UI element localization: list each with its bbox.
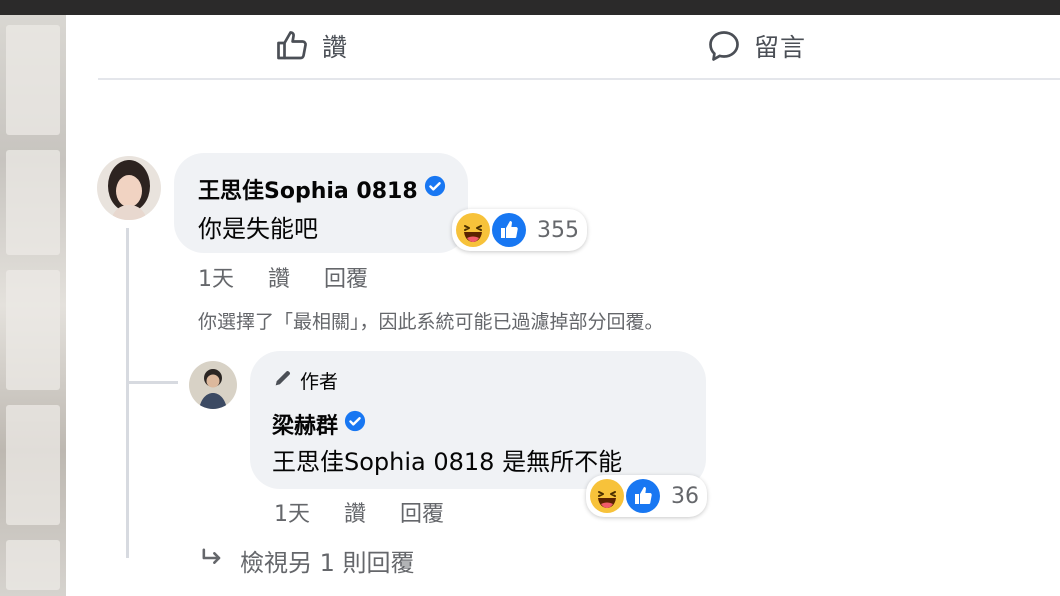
top-frame-strip [0,0,1060,15]
reply-reaction-count: 36 [671,483,699,509]
left-frame-strip [0,15,66,596]
author-badge-label: 作者 [300,371,339,393]
comment-timestamp[interactable]: 1天 [198,261,234,293]
comment-icon [706,28,742,64]
like-button[interactable]: 讚 [274,21,348,71]
verified-badge-icon [344,410,366,438]
background-tile [6,405,60,525]
background-tile [6,25,60,135]
comment-reactions[interactable]: 355 [452,209,587,251]
reply-text: 王思佳Sophia 0818 是無所不能 [272,448,623,476]
thumbs-up-icon [274,28,310,64]
comment-text: 你是失能吧 [198,215,318,243]
reply-author-avatar[interactable] [189,361,237,409]
comment-reaction-count: 355 [537,217,579,243]
view-more-replies-link[interactable]: 檢視另 1 則回覆 [198,543,415,578]
thread-line [126,228,129,558]
reply-author-name[interactable]: 梁赫群 [272,408,338,440]
comment-like-action[interactable]: 讚 [268,261,290,293]
pencil-icon [272,367,294,394]
comment-button-label: 留言 [754,33,807,62]
action-bar-divider [98,78,1060,80]
reply-meta-row: 1天 讚 回覆 [274,496,444,528]
haha-reaction-icon [589,478,625,514]
background-tile [6,270,60,390]
reply-like-action[interactable]: 讚 [344,496,366,528]
comment-button[interactable]: 留言 [706,21,806,71]
like-reaction-icon [491,212,527,248]
comment-bubble: 王思佳Sophia 0818 你是失能吧 [174,153,468,253]
reply-bubble: 作者 梁赫群 王思佳Sophia 0818 是無所不能 [250,351,706,489]
background-tile [6,150,60,255]
view-more-replies-label: 檢視另 1 則回覆 [240,549,415,577]
comment-author-row: 王思佳Sophia 0818 [198,173,446,205]
post-action-bar: 讚 留言 [98,15,1060,79]
commenter-avatar[interactable] [97,156,161,220]
reply-reactions[interactable]: 36 [586,475,707,517]
comment-meta-row: 1天 讚 回覆 [198,261,368,293]
reply-arrow-icon [198,544,226,578]
reply-author-row: 梁赫群 [272,408,366,440]
haha-reaction-icon [455,212,491,248]
like-reaction-icon [625,478,661,514]
comment-author-name[interactable]: 王思佳Sophia 0818 [198,173,418,205]
like-button-label: 讚 [322,33,349,62]
verified-badge-icon [424,175,446,203]
reply-timestamp[interactable]: 1天 [274,496,310,528]
comment-reply-action[interactable]: 回覆 [324,261,368,293]
author-badge: 作者 [272,367,338,394]
thread-branch-line [128,381,178,384]
filter-notice: 你選擇了「最相關」，因此系統可能已過濾掉部分回覆。 [198,311,664,333]
background-tile [6,540,60,590]
reply-reply-action[interactable]: 回覆 [400,496,444,528]
